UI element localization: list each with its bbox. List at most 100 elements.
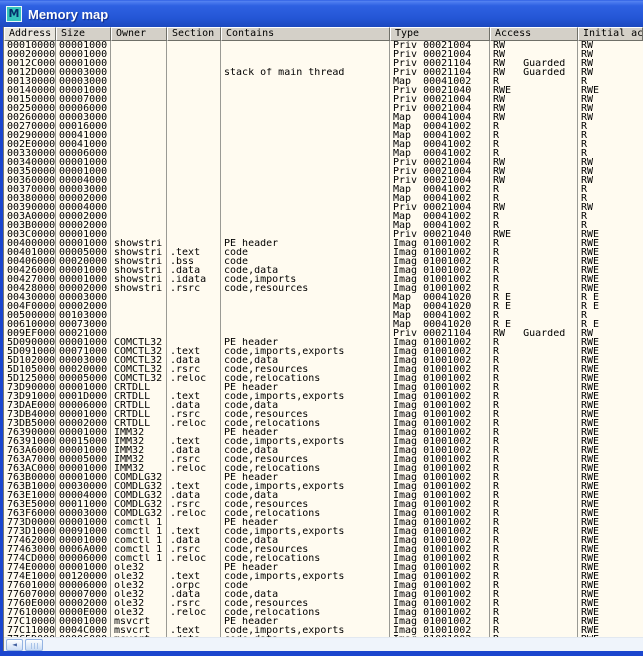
- cell-access: R: [490, 500, 578, 509]
- table-row[interactable]: 009EF00000021000Priv 00021104RW GuardedR…: [4, 329, 643, 338]
- scroll-left-button[interactable]: ◄: [6, 639, 23, 651]
- table-row[interactable]: 0042800000002000showstri.rsrccode,resour…: [4, 284, 643, 293]
- table-row[interactable]: 763B100000030000COMDLG32.textcode,import…: [4, 482, 643, 491]
- table-row[interactable]: 7760E00000002000ole32.rsrccode,resources…: [4, 599, 643, 608]
- column-header-contains[interactable]: Contains: [221, 27, 390, 41]
- horizontal-scrollbar[interactable]: ◄: [4, 637, 643, 651]
- cell-size: 00003000: [56, 68, 111, 77]
- table-row[interactable]: 0026000000003000Map 00041004RWRW: [4, 113, 643, 122]
- table-row[interactable]: 774E000000001000ole32PE headerImag 01001…: [4, 563, 643, 572]
- table-row[interactable]: 0034000000001000Priv 00021004RWRW: [4, 158, 643, 167]
- column-header-size[interactable]: Size: [56, 27, 111, 41]
- table-row[interactable]: 763F600000003000COMDLG32.reloccode,reloc…: [4, 509, 643, 518]
- table-row[interactable]: 0039000000004000Priv 00021004RWRW: [4, 203, 643, 212]
- cell-access: RW Guarded: [490, 59, 578, 68]
- table-row[interactable]: 0025000000006000Priv 00021004RWRW: [4, 104, 643, 113]
- table-row[interactable]: 0035000000001000Priv 00021004RWRW: [4, 167, 643, 176]
- table-row[interactable]: 0012C00000001000Priv 00021104RW GuardedR…: [4, 59, 643, 68]
- table-row[interactable]: 773D000000001000comctl_1PE headerImag 01…: [4, 518, 643, 527]
- column-header-type[interactable]: Type: [390, 27, 490, 41]
- table-row[interactable]: 0037000000003000Map 00041002RR: [4, 185, 643, 194]
- table-row[interactable]: 774E100000120000ole32.textcode,imports,e…: [4, 572, 643, 581]
- table-row[interactable]: 7639100000015000IMM32.textcode,imports,e…: [4, 437, 643, 446]
- column-header-initial_access[interactable]: Initial acc: [578, 27, 643, 41]
- table-row[interactable]: 0001000000001000Priv 00021004RWRW: [4, 41, 643, 50]
- table-row[interactable]: 763A700000005000IMM32.rsrccode,resources…: [4, 455, 643, 464]
- table-row[interactable]: 73DB400000001000CRTDLL.rsrccode,resource…: [4, 410, 643, 419]
- table-row[interactable]: 5D09100000071000COMCTL32.textcode,import…: [4, 347, 643, 356]
- table-row[interactable]: 776100000000E000ole32.reloccode,relocati…: [4, 608, 643, 617]
- table-row[interactable]: 0029000000041000Map 00041002RR: [4, 131, 643, 140]
- table-row[interactable]: 002E000000041000Map 00041002RR: [4, 140, 643, 149]
- table-row[interactable]: 73DB500000002000CRTDLL.reloccode,relocat…: [4, 419, 643, 428]
- title-bar[interactable]: M Memory map: [0, 0, 643, 27]
- column-header-access[interactable]: Access: [490, 27, 578, 41]
- table-row[interactable]: 0027000000016000Map 00041002RR: [4, 122, 643, 131]
- table-row[interactable]: 0050000000103000Map 00041002RR: [4, 311, 643, 320]
- table-row[interactable]: 774CD00000006000comctl_1.reloccode,reloc…: [4, 554, 643, 563]
- table-row[interactable]: 774630000006A000comctl_1.rsrccode,resour…: [4, 545, 643, 554]
- table-row[interactable]: 7760700000007000ole32.datacode,dataImag …: [4, 590, 643, 599]
- table-row[interactable]: 77C110000004C000msvcrt.textcode,imports,…: [4, 626, 643, 635]
- table-row[interactable]: 0042700000001000showstri.idatacode,impor…: [4, 275, 643, 284]
- table-row[interactable]: 763E500000011000COMDLG32.rsrccode,resour…: [4, 500, 643, 509]
- table-row[interactable]: 0040000000001000showstriPE headerImag 01…: [4, 239, 643, 248]
- table-row[interactable]: 763AC00000001000IMM32.reloccode,relocati…: [4, 464, 643, 473]
- cell-size: 00001000: [56, 41, 111, 50]
- memory-map-window-icon[interactable]: M: [6, 6, 22, 22]
- table-row[interactable]: 763B000000001000COMDLG32PE headerImag 01…: [4, 473, 643, 482]
- table-row[interactable]: 5D10200000003000COMCTL32.datacode,dataIm…: [4, 356, 643, 365]
- table-row[interactable]: 0040600000020000showstri.bsscodeImag 010…: [4, 257, 643, 266]
- table-row[interactable]: 73D910000001D000CRTDLL.textcode,imports,…: [4, 392, 643, 401]
- cell-owner: [111, 140, 167, 149]
- window-title: Memory map: [28, 7, 108, 22]
- table-row[interactable]: 0038000000002000Map 00041002RR: [4, 194, 643, 203]
- table-row[interactable]: 0014000000001000Priv 00021040RWERWE: [4, 86, 643, 95]
- table-row[interactable]: 5D10500000020000COMCTL32.rsrccode,resour…: [4, 365, 643, 374]
- table-row[interactable]: 7639000000001000IMM32PE headerImag 01001…: [4, 428, 643, 437]
- cell-owner: comctl_1: [111, 527, 167, 536]
- cell-initial_access: RW: [578, 203, 643, 212]
- table-row[interactable]: 0033000000006000Map 00041002RR: [4, 149, 643, 158]
- column-header-address[interactable]: Address: [4, 27, 56, 41]
- table-row[interactable]: 773D100000091000comctl_1.textcode,import…: [4, 527, 643, 536]
- table-row[interactable]: 0042600000001000showstri.datacode,dataIm…: [4, 266, 643, 275]
- table-row[interactable]: 0013000000003000Map 00041002RR: [4, 77, 643, 86]
- cell-access: RW Guarded: [490, 329, 578, 338]
- table-row[interactable]: 0012D00000003000stack of main threadPriv…: [4, 68, 643, 77]
- table-row[interactable]: 763E100000004000COMDLG32.datacode,dataIm…: [4, 491, 643, 500]
- column-header-owner[interactable]: Owner: [111, 27, 167, 41]
- scrollbar-thumb[interactable]: [25, 639, 43, 651]
- cell-owner: CRTDLL: [111, 383, 167, 392]
- table-row[interactable]: 0040100000005000showstri.textcodeImag 01…: [4, 248, 643, 257]
- table-row[interactable]: 73D9000000001000CRTDLLPE headerImag 0100…: [4, 383, 643, 392]
- cell-address: 763B0000: [4, 473, 56, 482]
- cell-initial_access: R E: [578, 302, 643, 311]
- table-row[interactable]: 0002000000001000Priv 00021004RWRW: [4, 50, 643, 59]
- table-row[interactable]: 5D09000000001000COMCTL32PE headerImag 01…: [4, 338, 643, 347]
- column-header-section[interactable]: Section: [167, 27, 221, 41]
- table-row[interactable]: 003C000000001000Priv 00021040RWERWE: [4, 230, 643, 239]
- table-row[interactable]: 0015000000007000Priv 00021004RWRW: [4, 95, 643, 104]
- cell-size: 00003000: [56, 113, 111, 122]
- table-row[interactable]: 0036000000004000Priv 00021004RWRW: [4, 176, 643, 185]
- table-header-row: AddressSizeOwnerSectionContainsTypeAcces…: [4, 27, 643, 41]
- table-row[interactable]: 5D12500000005000COMCTL32.reloccode,reloc…: [4, 374, 643, 383]
- table-row[interactable]: 7746200000001000comctl_1.datacode,dataIm…: [4, 536, 643, 545]
- table-row[interactable]: 0061000000073000Map 00041020R ER E: [4, 320, 643, 329]
- cell-initial_access: RWE: [578, 230, 643, 239]
- cell-size: 00001000: [56, 239, 111, 248]
- table-row[interactable]: 004F000000002000Map 00041020R ER E: [4, 302, 643, 311]
- cell-size: 00006000: [56, 401, 111, 410]
- cell-size: 00005000: [56, 374, 111, 383]
- cell-access: R: [490, 374, 578, 383]
- cell-size: 00002000: [56, 302, 111, 311]
- table-row[interactable]: 0043000000003000Map 00041020R ER E: [4, 293, 643, 302]
- table-row[interactable]: 7760100000006000ole32.orpccodeImag 01001…: [4, 581, 643, 590]
- table-row[interactable]: 003A000000002000Map 00041002RR: [4, 212, 643, 221]
- table-row[interactable]: 763A600000001000IMM32.datacode,dataImag …: [4, 446, 643, 455]
- table-row[interactable]: 73DAE00000006000CRTDLL.datacode,dataImag…: [4, 401, 643, 410]
- table-row[interactable]: 77C1000000001000msvcrtPE headerImag 0100…: [4, 617, 643, 626]
- table-row[interactable]: 003B000000002000Map 00041002RR: [4, 221, 643, 230]
- scrollbar-track[interactable]: [45, 639, 643, 651]
